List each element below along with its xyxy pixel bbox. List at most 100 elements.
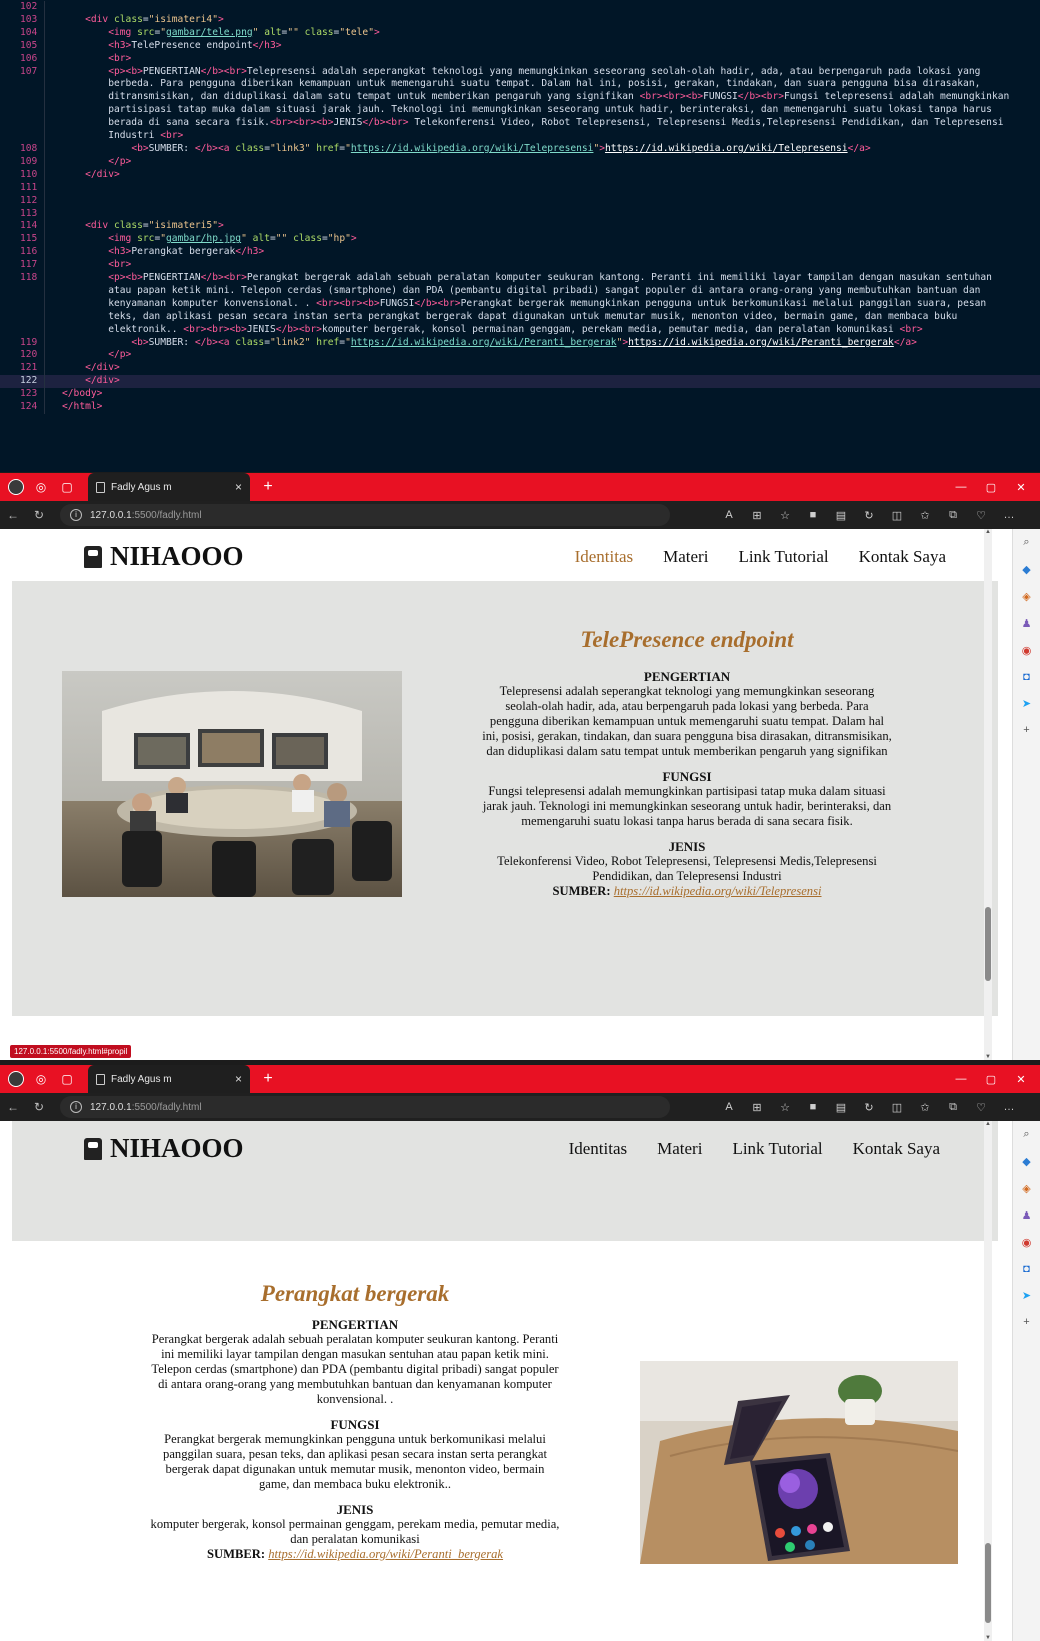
favorites-icon[interactable]: ✩ xyxy=(912,509,938,522)
close-tab-icon[interactable]: × xyxy=(235,1072,242,1086)
shopping-icon[interactable]: ◈ xyxy=(1013,590,1040,603)
copilot-icon[interactable]: ◆ xyxy=(1013,563,1040,576)
site-logo[interactable]: NIHAOOO xyxy=(84,1133,244,1164)
code-line[interactable]: 113 xyxy=(0,207,1040,221)
extension2-icon[interactable]: ▤ xyxy=(828,509,854,522)
code-line[interactable]: 114 <div class="isimateri5"> xyxy=(0,220,1040,234)
code-line[interactable]: Industri <br> xyxy=(0,130,1040,143)
favorite-icon[interactable]: ☆ xyxy=(772,1101,798,1114)
tab-active[interactable]: Fadly Agus m × xyxy=(88,1065,250,1093)
code-line[interactable]: 117 <br> xyxy=(0,259,1040,273)
back-icon[interactable]: ← xyxy=(0,508,26,522)
code-line[interactable]: 102 xyxy=(0,1,1040,14)
copilot-icon[interactable]: ◆ xyxy=(1013,1155,1040,1168)
refresh-icon[interactable]: ↻ xyxy=(26,1100,52,1114)
page-scrollbar[interactable]: ▲ ▼ xyxy=(984,529,992,1060)
code-line[interactable]: 123 </body> xyxy=(0,388,1040,402)
scroll-thumb[interactable] xyxy=(985,907,991,981)
refresh-extension-icon[interactable]: ↻ xyxy=(856,1101,882,1114)
code-line[interactable]: atau papan ketik mini. Telepon cerdas (s… xyxy=(0,284,1040,298)
code-line[interactable]: 112 xyxy=(0,194,1040,208)
app-icon[interactable]: ⊞ xyxy=(744,509,770,522)
code-line[interactable]: teks, dan aplikasi pesan secara instan s… xyxy=(0,310,1040,324)
add-icon[interactable]: + xyxy=(1013,1316,1040,1328)
code-line[interactable]: partisipasi tatap muka dalam situasi jar… xyxy=(0,104,1040,118)
url-input[interactable]: i 127.0.0.1:5500/fadly.html xyxy=(60,504,670,526)
code-line[interactable]: 121 </div> xyxy=(0,362,1040,376)
search-icon[interactable]: ⌕ xyxy=(1013,1128,1040,1141)
refresh-icon[interactable]: ↻ xyxy=(26,508,52,522)
nav-materi[interactable]: Materi xyxy=(663,547,708,567)
minimize-icon[interactable]: — xyxy=(946,1073,976,1085)
nav-kontak-saya[interactable]: Kontak Saya xyxy=(853,1139,940,1159)
extension-icon[interactable]: ■ xyxy=(800,509,826,522)
page-scrollbar[interactable]: ▲ ▼ xyxy=(984,1121,992,1641)
nav-link-tutorial[interactable]: Link Tutorial xyxy=(732,1139,822,1159)
more-icon[interactable]: … xyxy=(996,509,1022,522)
nav-link-tutorial[interactable]: Link Tutorial xyxy=(738,547,828,567)
code-line[interactable]: berbeda. Para pengguna diberikan kemampu… xyxy=(0,78,1040,92)
code-line[interactable]: 108 <b>SUMBER: </b><a class="link3" href… xyxy=(0,142,1040,156)
nav-kontak-saya[interactable]: Kontak Saya xyxy=(859,547,946,567)
new-tab-button[interactable]: + xyxy=(258,478,278,496)
people-icon[interactable]: ♟ xyxy=(1013,617,1040,630)
site-info-icon[interactable]: i xyxy=(70,509,82,521)
people-icon[interactable]: ♟ xyxy=(1013,1209,1040,1222)
office-icon[interactable]: ◉ xyxy=(1013,1236,1040,1249)
back-icon[interactable]: ← xyxy=(0,1100,26,1114)
profile-icon[interactable] xyxy=(8,479,24,495)
new-tab-button[interactable]: + xyxy=(258,1070,278,1088)
tab-active[interactable]: Fadly Agus m × xyxy=(88,473,250,501)
nav-identitas[interactable]: Identitas xyxy=(575,547,634,567)
close-window-icon[interactable]: ✕ xyxy=(1006,1073,1036,1086)
performance-icon[interactable]: ♡ xyxy=(968,1101,994,1114)
url-input[interactable]: i 127.0.0.1:5500/fadly.html xyxy=(60,1096,670,1118)
send-icon[interactable]: ➤ xyxy=(1013,1289,1040,1302)
code-line[interactable]: 116 <h3>Perangkat bergerak</h3> xyxy=(0,246,1040,260)
code-editor[interactable]: 102 103 <div class="isimateri4"> 104 <img … xyxy=(0,0,1040,472)
tab-actions-icon[interactable]: ▢ xyxy=(54,473,80,501)
close-window-icon[interactable]: ✕ xyxy=(1006,481,1036,494)
outlook-icon[interactable]: ◘ xyxy=(1013,671,1040,683)
close-tab-icon[interactable]: × xyxy=(235,480,242,494)
sumber-link[interactable]: https://id.wikipedia.org/wiki/Peranti_be… xyxy=(268,1547,503,1561)
code-line[interactable]: 111 xyxy=(0,181,1040,195)
workspaces-icon[interactable]: ◎ xyxy=(28,1065,54,1093)
search-icon[interactable]: ⌕ xyxy=(1013,536,1040,549)
collections-icon[interactable]: ⧉ xyxy=(940,509,966,522)
site-logo[interactable]: NIHAOOO xyxy=(84,541,244,572)
favorite-icon[interactable]: ☆ xyxy=(772,509,798,522)
scroll-up-icon[interactable]: ▲ xyxy=(984,529,992,535)
minimize-icon[interactable]: — xyxy=(946,481,976,493)
extension2-icon[interactable]: ▤ xyxy=(828,1101,854,1114)
favorites-icon[interactable]: ✩ xyxy=(912,1101,938,1114)
code-line[interactable]: 105 <h3>TelePresence endpoint</h3> xyxy=(0,39,1040,53)
scroll-up-icon[interactable]: ▲ xyxy=(984,1121,992,1127)
workspaces-icon[interactable]: ◎ xyxy=(28,473,54,501)
scroll-thumb[interactable] xyxy=(985,1543,991,1623)
code-line[interactable]: 118 <p><b>PENGERTIAN</b><br>Perangkat be… xyxy=(0,272,1040,285)
sumber-link[interactable]: https://id.wikipedia.org/wiki/Telepresen… xyxy=(614,884,822,898)
maximize-icon[interactable]: ▢ xyxy=(976,1073,1006,1086)
office-icon[interactable]: ◉ xyxy=(1013,644,1040,657)
code-line[interactable]: 110 </div> xyxy=(0,168,1040,182)
nav-materi[interactable]: Materi xyxy=(657,1139,702,1159)
code-line[interactable]: elektronik.. <br><br><b>JENIS</b><br>kom… xyxy=(0,323,1040,337)
send-icon[interactable]: ➤ xyxy=(1013,697,1040,710)
add-icon[interactable]: + xyxy=(1013,724,1040,736)
site-info-icon[interactable]: i xyxy=(70,1101,82,1113)
tab-actions-icon[interactable]: ▢ xyxy=(54,1065,80,1093)
scroll-down-icon[interactable]: ▼ xyxy=(984,1635,992,1641)
code-line[interactable]: 120 </p> xyxy=(0,349,1040,363)
collections-icon[interactable]: ⧉ xyxy=(940,1101,966,1114)
split-screen-icon[interactable]: ◫ xyxy=(884,509,910,522)
outlook-icon[interactable]: ◘ xyxy=(1013,1263,1040,1275)
scroll-down-icon[interactable]: ▼ xyxy=(984,1054,992,1060)
app-icon[interactable]: ⊞ xyxy=(744,1101,770,1114)
profile-icon[interactable] xyxy=(8,1071,24,1087)
extension-icon[interactable]: ■ xyxy=(800,1101,826,1114)
code-line[interactable]: 103 <div class="isimateri4"> xyxy=(0,13,1040,27)
split-screen-icon[interactable]: ◫ xyxy=(884,1101,910,1114)
code-line[interactable]: 104 <img src="gambar/tele.png" alt="" cl… xyxy=(0,26,1040,40)
code-line[interactable]: 106 <br> xyxy=(0,52,1040,66)
